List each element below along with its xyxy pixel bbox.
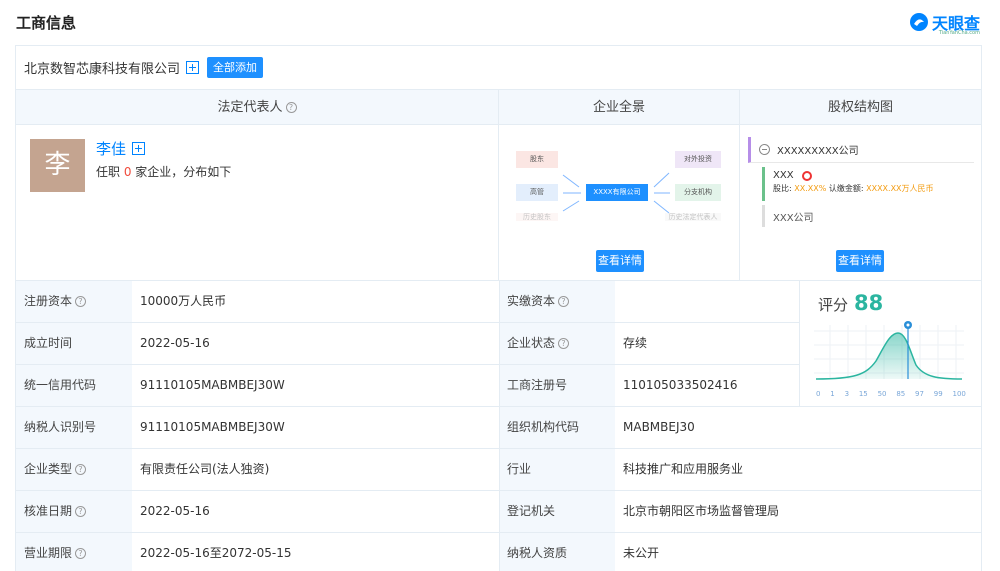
label-industry: 行业 [499,449,615,490]
value-business-term: 2022-05-16至2072-05-15 [140,546,292,560]
company-name: 北京数智芯康科技有限公司 [24,62,181,77]
table-row: 核准日期? 2022-05-16 登记机关 北京市朝阳区市场监督管理局 [16,491,981,533]
panorama-header: 企业全景 [499,90,740,125]
equity-header: 股权结构图 [740,90,981,125]
add-person-icon[interactable] [132,142,146,155]
help-icon[interactable]: ? [558,338,570,349]
panorama-arrows [562,172,670,214]
value-reg-number: 110105033502416 [623,378,738,392]
value-status: 存续 [623,336,648,350]
label-reg-capital: 注册资本? [16,281,132,322]
table-row: 纳税人识别号 91110105MABMBEJ30W 组织机构代码 MABMBEJ… [16,407,981,449]
legal-rep-desc: 任职 0 家企业，分布如下 [96,165,232,179]
value-taxpayer-id: 91110105MABMBEJ30W [140,420,285,434]
tianyancha-logo: 天眼查 TianYanCha.com [909,10,980,36]
logo-icon [909,13,928,31]
collapse-icon[interactable] [759,144,770,155]
label-approval-date: 核准日期? [16,491,132,532]
help-icon[interactable]: ? [285,102,297,113]
label-business-term: 营业期限? [16,533,132,571]
page-title: 工商信息 [16,14,77,32]
logo-sub: TianYanCha.com [938,30,980,36]
label-established: 成立时间 [16,323,132,364]
legal-rep-name[interactable]: 李佳 [96,138,146,159]
score-title: 评分 88 [818,291,884,315]
label-reg-authority: 登记机关 [499,491,615,532]
label-company-type: 企业类型? [16,449,132,490]
panorama-cell: 股东 对外投资 高管 XXXX有限公司 分支机构 历史股东 历史法定代表人 查看… [499,125,740,281]
label-org-code: 组织机构代码 [499,407,615,448]
equity-detail-button[interactable]: 查看详情 [836,250,884,272]
equity-holder-2: XXX公司 [762,205,974,227]
score-panel[interactable]: 评分 88 0 1 3 15 50 85 97 99 100 [799,281,981,407]
score-value: 88 [854,291,884,315]
equity-cell: XXXXXXXXX公司 XXX 股比: XX.XX% 认缴金额: XXXX.XX… [740,125,981,281]
label-credit-code: 统一信用代码 [16,365,132,406]
business-info-panel: 北京数智芯康科技有限公司 全部添加 法定代表人? 企业全景 股权结构图 李 李佳… [15,45,982,571]
help-icon[interactable]: ? [75,548,87,559]
help-icon[interactable]: ? [75,296,87,307]
label-status: 企业状态? [499,323,615,364]
label-taxpayer-qual: 纳税人资质 [499,533,615,571]
help-icon[interactable]: ? [75,506,87,517]
avatar: 李 [30,139,85,192]
value-reg-authority: 北京市朝阳区市场监督管理局 [623,504,780,518]
value-approval-date: 2022-05-16 [140,504,210,518]
value-paid-capital [615,281,799,322]
equity-holder-1: XXX 股比: XX.XX% 认缴金额: XXXX.XX万人民币 [762,167,974,201]
label-paid-capital: 实缴资本? [499,281,615,322]
legal-rep-header: 法定代表人? [16,90,499,125]
label-taxpayer-id: 纳税人识别号 [16,407,132,448]
table-row: 企业类型? 有限责任公司(法人独资) 行业 科技推广和应用服务业 [16,449,981,491]
equity-root: XXXXXXXXX公司 [748,137,974,163]
panorama-detail-button[interactable]: 查看详情 [596,250,644,272]
value-reg-capital: 10000万人民币 [140,294,227,308]
add-company-icon[interactable] [186,61,200,74]
label-reg-number: 工商注册号 [499,365,615,406]
company-row: 北京数智芯康科技有限公司 全部添加 [16,46,981,90]
value-credit-code: 91110105MABMBEJ30W [140,378,285,392]
add-all-button[interactable]: 全部添加 [207,57,264,78]
value-org-code: MABMBEJ30 [623,420,695,434]
value-company-type: 有限责任公司(法人独资) [140,462,270,476]
value-established: 2022-05-16 [140,336,210,350]
help-icon[interactable]: ? [558,296,570,307]
value-industry: 科技推广和应用服务业 [623,462,744,476]
person-icon [801,170,812,181]
table-row: 营业期限? 2022-05-16至2072-05-15 纳税人资质 未公开 [16,533,981,571]
help-icon[interactable]: ? [75,464,87,475]
score-distribution-chart [814,321,964,380]
value-taxpayer-qual: 未公开 [623,546,660,560]
score-axis-ticks: 0 1 3 15 50 85 97 99 100 [816,390,966,398]
legal-rep-cell: 李 李佳 任职 0 家企业，分布如下 [16,125,499,281]
